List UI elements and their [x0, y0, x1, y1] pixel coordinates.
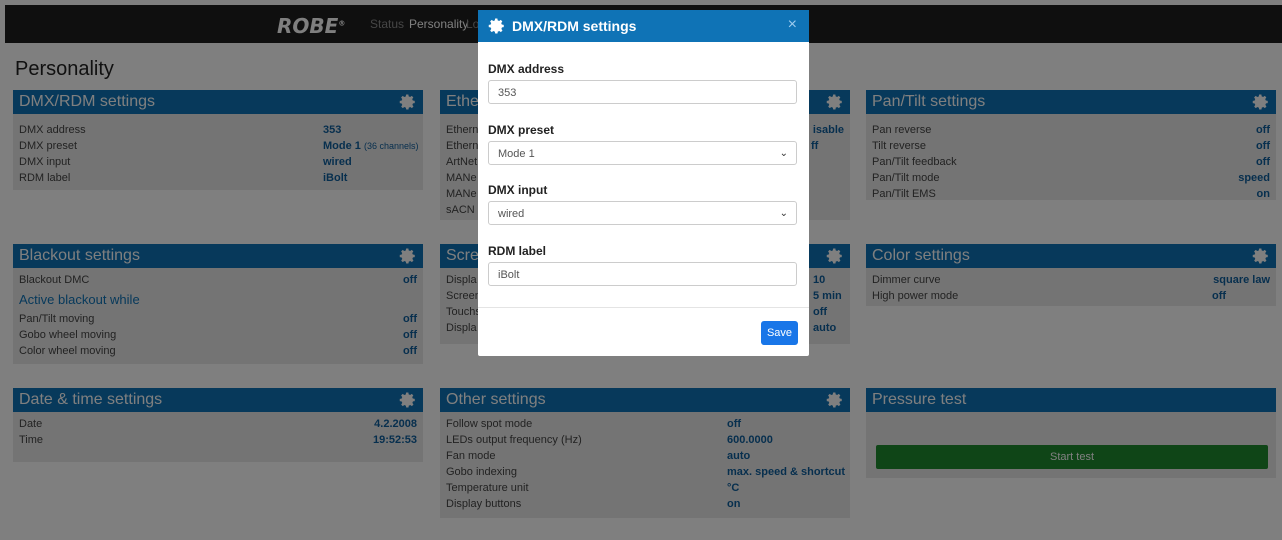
- rdm-label-label: RDM label: [488, 244, 547, 258]
- save-button[interactable]: Save: [761, 321, 798, 345]
- dmx-input-select[interactable]: wired ⌄: [488, 201, 797, 225]
- dmx-rdm-settings-modal: DMX/RDM settings × DMX address 353 DMX p…: [478, 10, 809, 356]
- dmx-input-value: wired: [498, 208, 525, 220]
- modal-footer-divider: [478, 307, 809, 308]
- dmx-preset-select[interactable]: Mode 1 ⌄: [488, 141, 797, 165]
- modal-header: DMX/RDM settings ×: [478, 10, 809, 42]
- rdm-label-input[interactable]: iBolt: [488, 262, 797, 286]
- chevron-down-icon: ⌄: [779, 208, 788, 219]
- gear-icon: [488, 18, 504, 34]
- dmx-address-label: DMX address: [488, 62, 565, 76]
- modal-title: DMX/RDM settings: [512, 18, 637, 34]
- close-icon[interactable]: ×: [788, 16, 797, 34]
- dmx-preset-label: DMX preset: [488, 123, 555, 137]
- chevron-down-icon: ⌄: [779, 148, 788, 159]
- dmx-input-label: DMX input: [488, 183, 548, 197]
- dmx-preset-value: Mode 1: [498, 148, 535, 160]
- dmx-address-input[interactable]: 353: [488, 80, 797, 104]
